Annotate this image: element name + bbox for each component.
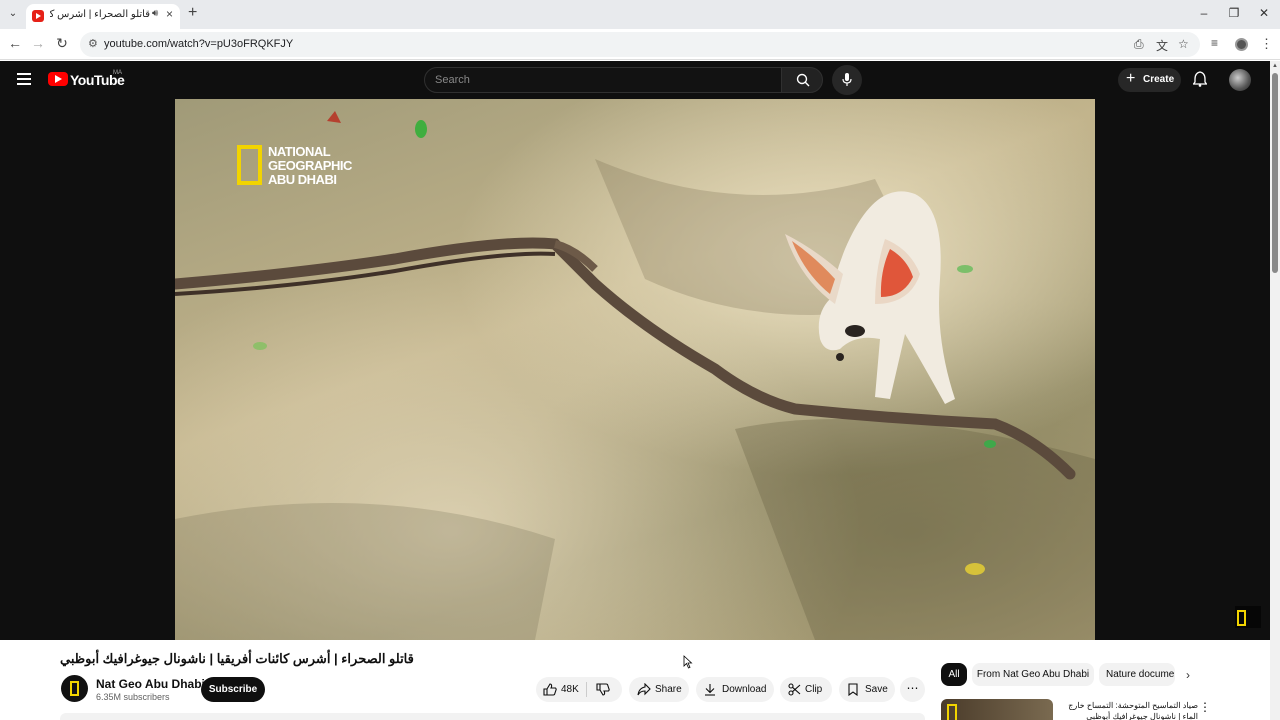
browser-tab-active[interactable]: قاتلو الصحراء | أشرس كائنات 🔊︎ × <box>26 4 180 29</box>
omnibox[interactable]: ⚙︎ youtube.com/watch?v=pU3oFRQKFJY ⎙ 文 ☆ <box>80 32 1200 57</box>
tab-title: قاتلو الصحراء | أشرس كائنات <box>50 9 150 20</box>
reload-icon[interactable]: ↻ <box>53 35 71 52</box>
share-arrow-icon <box>637 683 651 696</box>
youtube-masthead: YouTube MA Search + Create <box>0 61 1270 99</box>
chip-from-channel[interactable]: From Nat Geo Abu Dhabi <box>972 663 1094 686</box>
scroll-up-icon[interactable]: ▲ <box>1272 63 1278 69</box>
thumbs-down-icon[interactable] <box>596 683 610 696</box>
voice-search-button[interactable] <box>832 65 862 95</box>
channel-avatar[interactable] <box>61 675 88 702</box>
scrollbar-thumb[interactable] <box>1272 73 1278 273</box>
translate-icon[interactable]: 文 <box>1156 37 1168 54</box>
video-frame[interactable]: NATIONAL GEOGRAPHIC ABU DHABI <box>175 99 1095 640</box>
search-button[interactable] <box>781 67 823 93</box>
video-title: قاتلو الصحراء | أشرس كائنات أفريقيا | نا… <box>60 651 414 666</box>
hamburger-menu-icon[interactable] <box>17 73 31 85</box>
clip-button[interactable]: Clip <box>780 677 832 702</box>
search-placeholder: Search <box>435 74 470 86</box>
more-actions-icon[interactable]: ⋯ <box>900 677 925 702</box>
description-box[interactable] <box>60 713 925 720</box>
bookmark-star-icon[interactable]: ☆ <box>1178 37 1189 51</box>
minimize-icon[interactable]: – <box>1194 6 1214 20</box>
download-label: Download <box>722 684 767 695</box>
browser-menu-icon[interactable]: ⋮ <box>1260 36 1273 52</box>
notifications-bell-icon[interactable] <box>1193 71 1207 87</box>
new-tab-button[interactable]: + <box>188 4 197 22</box>
microphone-icon <box>842 73 852 86</box>
restore-icon[interactable]: ❐ <box>1224 6 1244 20</box>
logo-line-1: NATIONAL <box>268 144 331 159</box>
search-input[interactable]: Search <box>424 67 782 93</box>
natgeo-yellow-frame-icon <box>237 145 262 185</box>
chip-all[interactable]: All <box>941 663 967 686</box>
recommended-title[interactable]: صياد التماسيح المتوحشة: التمساح خارج الم… <box>1058 700 1198 720</box>
like-divider <box>586 682 587 697</box>
page-scrollbar[interactable]: ▲ <box>1270 61 1280 720</box>
plus-icon: + <box>1126 70 1136 87</box>
video-player[interactable]: NATIONAL GEOGRAPHIC ABU DHABI <box>0 99 1270 640</box>
back-icon[interactable]: ← <box>6 35 24 51</box>
like-count[interactable]: 48K <box>561 684 579 695</box>
download-icon <box>705 684 715 696</box>
search-icon <box>796 73 810 87</box>
browser-tab-bar: ⌄ قاتلو الصحراء | أشرس كائنات 🔊︎ × + – ❐… <box>0 0 1280 29</box>
save-label: Save <box>865 684 888 695</box>
thumbs-up-icon[interactable] <box>543 683 557 696</box>
save-button[interactable]: Save <box>839 677 895 702</box>
channel-watermark-icon[interactable] <box>1235 606 1261 628</box>
country-code: MA <box>113 70 122 76</box>
youtube-favicon-icon <box>32 10 44 22</box>
close-window-icon[interactable]: ✕ <box>1254 6 1274 20</box>
share-button[interactable]: Share <box>629 677 689 702</box>
download-button[interactable]: Download <box>696 677 774 702</box>
reading-list-icon[interactable]: ≡ <box>1211 36 1218 50</box>
mouse-cursor-icon <box>683 655 693 669</box>
url-text[interactable]: youtube.com/watch?v=pU3oFRQKFJY <box>104 38 293 50</box>
install-app-icon[interactable]: ⎙ <box>1134 37 1144 52</box>
channel-name[interactable]: Nat Geo Abu Dhabi <box>96 677 205 691</box>
share-label: Share <box>655 684 682 695</box>
speaker-icon[interactable]: 🔊︎ <box>152 8 158 19</box>
browser-address-bar: ← → ↻ ⚙︎ youtube.com/watch?v=pU3oFRQKFJY… <box>0 29 1280 60</box>
create-label: Create <box>1143 74 1175 85</box>
subscriber-count: 6.35M subscribers <box>96 692 170 702</box>
clip-label: Clip <box>805 684 823 695</box>
recommended-thumbnail[interactable] <box>941 699 1053 720</box>
recommended-menu-icon[interactable]: ⋮ <box>1199 700 1211 714</box>
tab-search-chevron-icon[interactable]: ⌄ <box>6 7 20 21</box>
logo-line-2: GEOGRAPHIC <box>268 158 352 173</box>
tab-close-icon[interactable]: × <box>166 7 173 21</box>
account-avatar[interactable] <box>1229 69 1251 91</box>
chevron-right-icon[interactable]: › <box>1186 668 1190 682</box>
youtube-logo-icon[interactable] <box>48 72 68 86</box>
browser-profile-avatar[interactable] <box>1235 38 1248 51</box>
like-dislike-group: 48K <box>536 677 622 702</box>
chip-nature-documentary[interactable]: Nature documen <box>1099 663 1175 686</box>
site-settings-icon[interactable]: ⚙︎ <box>88 37 98 50</box>
logo-line-3: ABU DHABI <box>268 172 337 187</box>
scissors-icon <box>788 683 801 696</box>
create-button[interactable]: + Create <box>1118 68 1181 92</box>
bookmark-icon <box>848 683 858 696</box>
subscribe-button[interactable]: Subscribe <box>201 677 265 702</box>
forward-icon[interactable]: → <box>29 35 47 51</box>
